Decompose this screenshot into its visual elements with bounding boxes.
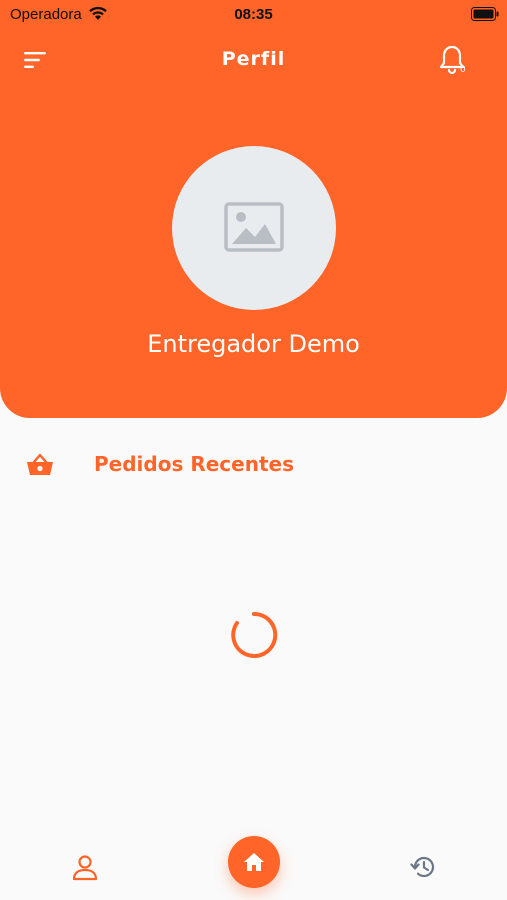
image-placeholder-icon xyxy=(224,202,284,252)
home-icon xyxy=(244,853,264,871)
bottom-nav xyxy=(0,830,507,900)
status-time: 08:35 xyxy=(234,6,273,23)
home-button[interactable] xyxy=(228,836,280,888)
status-bar: Operadora 08:35 xyxy=(0,0,507,30)
profile-icon[interactable] xyxy=(71,854,99,882)
notification-count: 0 xyxy=(460,65,466,75)
section-title: Pedidos Recentes xyxy=(94,452,294,476)
notification-bell-icon[interactable]: 0 xyxy=(438,44,468,76)
recent-orders-header: Pedidos Recentes xyxy=(0,448,507,482)
battery-icon xyxy=(471,7,499,21)
loading-spinner xyxy=(231,611,278,658)
history-icon[interactable] xyxy=(410,854,436,880)
avatar[interactable] xyxy=(172,146,336,310)
basket-icon xyxy=(27,453,53,475)
profile-header: Operadora 08:35 Perfil 0 Entregador Demo xyxy=(0,0,507,418)
user-name: Entregador Demo xyxy=(147,330,360,358)
page-title: Perfil xyxy=(221,48,286,70)
